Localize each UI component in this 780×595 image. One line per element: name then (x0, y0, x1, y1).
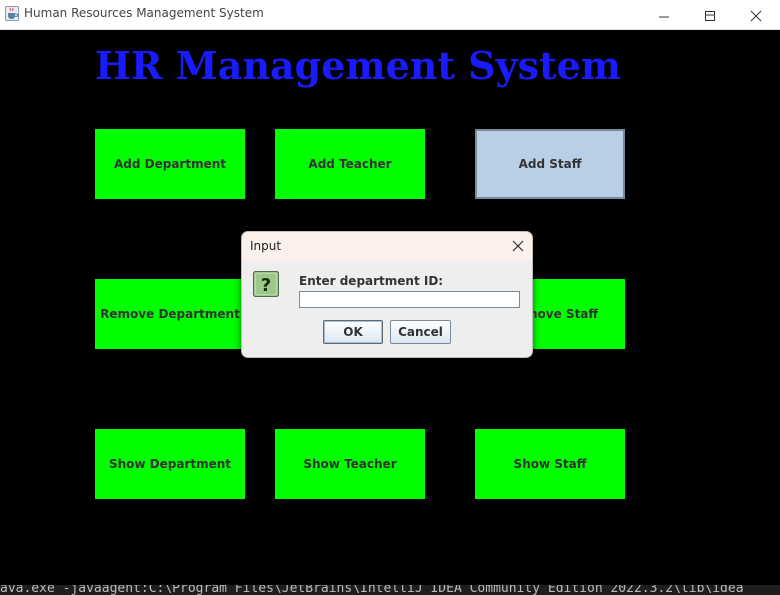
question-icon: ? (253, 271, 279, 297)
ok-button[interactable]: OK (323, 320, 383, 344)
svg-text:?: ? (261, 275, 271, 296)
dialog-close-button[interactable] (510, 238, 526, 254)
window-title: Human Resources Management System (24, 6, 264, 20)
maximize-button[interactable] (704, 7, 716, 26)
department-id-input[interactable] (299, 291, 520, 308)
dialog-title-bar[interactable]: Input (242, 232, 532, 261)
add-department-button[interactable]: Add Department (95, 129, 245, 199)
add-teacher-button[interactable]: Add Teacher (275, 129, 425, 199)
minimize-icon (659, 16, 669, 18)
dialog-title: Input (250, 239, 282, 253)
close-icon (512, 240, 524, 252)
input-dialog: Input ? Enter department ID: OK Cancel (241, 231, 533, 358)
console-text: ava.exe -javaagent:C:\Program Files\JetB… (0, 585, 744, 595)
show-staff-button[interactable]: Show Staff (475, 429, 625, 499)
console-output: ava.exe -javaagent:C:\Program Files\JetB… (0, 585, 780, 595)
remove-department-button[interactable]: Remove Department (95, 279, 245, 349)
maximize-icon (705, 11, 715, 21)
show-teacher-button[interactable]: Show Teacher (275, 429, 425, 499)
add-staff-button[interactable]: Add Staff (475, 129, 625, 199)
close-button[interactable] (750, 7, 762, 26)
dialog-prompt: Enter department ID: (299, 274, 444, 288)
java-cup-icon (5, 6, 19, 21)
page-title: HR Management System (94, 43, 622, 88)
show-department-button[interactable]: Show Department (95, 429, 245, 499)
cancel-button[interactable]: Cancel (390, 320, 451, 344)
minimize-button-ctl[interactable] (657, 8, 671, 27)
close-icon (750, 10, 762, 22)
